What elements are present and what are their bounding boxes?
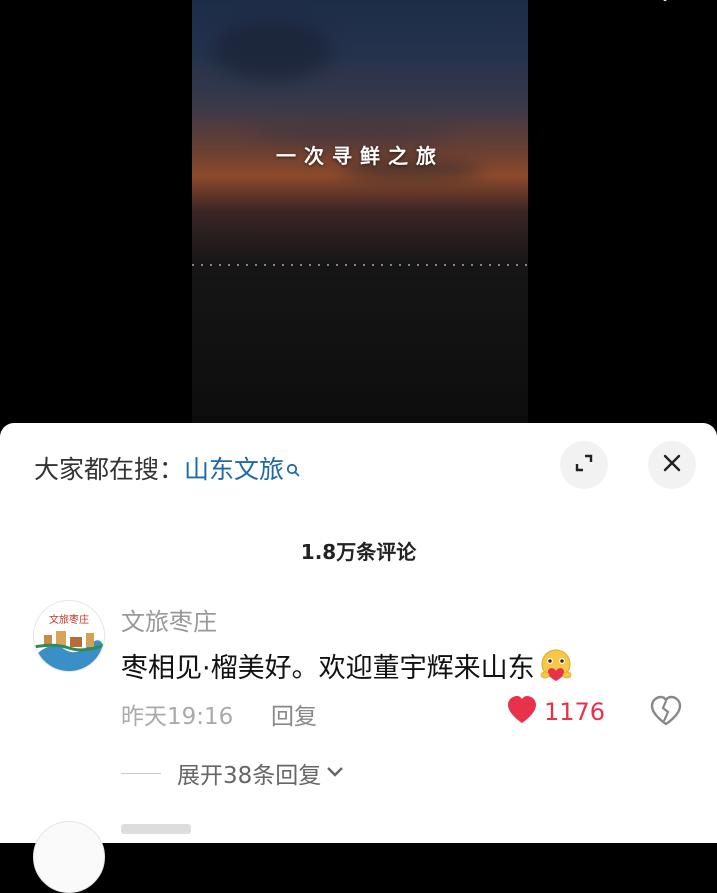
- comment-author[interactable]: [121, 824, 191, 834]
- expand-replies-label: 展开38条回复: [177, 763, 322, 789]
- reply-button[interactable]: 回复: [271, 697, 317, 731]
- avatar[interactable]: [33, 821, 105, 893]
- horizon-lights: [192, 264, 528, 266]
- expand-button[interactable]: [560, 441, 608, 489]
- hot-search-term[interactable]: 山东文旅: [184, 455, 284, 484]
- chevron-down-icon: [325, 764, 345, 783]
- broken-heart-icon: [649, 695, 683, 731]
- like-button[interactable]: 1176: [506, 695, 605, 729]
- comments-panel: 大家都在搜：山东文旅 1.8万条评论 文旅枣庄 文旅枣庄 枣相见·榴美好。欢迎董…: [0, 423, 717, 893]
- like-count: 1176: [544, 698, 606, 726]
- close-button[interactable]: [648, 441, 696, 489]
- search-icon[interactable]: [628, 0, 668, 16]
- comment-time: 昨天19:16: [121, 704, 234, 730]
- search-icon: [286, 454, 300, 483]
- heart-icon: [506, 695, 538, 729]
- avatar[interactable]: 文旅枣庄: [33, 600, 105, 672]
- comment-count: 1.8万条评论: [300, 540, 417, 564]
- divider: [121, 772, 161, 774]
- hot-search[interactable]: 大家都在搜：山东文旅: [34, 450, 300, 486]
- comment-author[interactable]: 文旅枣庄: [121, 602, 217, 637]
- comment-body: 枣相见·榴美好。欢迎董宇辉来山东: [121, 653, 535, 684]
- expand-replies-button[interactable]: 展开38条回复: [121, 756, 345, 790]
- expand-icon: [573, 452, 595, 478]
- video-player[interactable]: 一次寻鲜之旅: [192, 0, 528, 440]
- video-caption: 一次寻鲜之旅: [276, 144, 444, 168]
- comment-text: 枣相见·榴美好。欢迎董宇辉来山东: [121, 646, 575, 691]
- close-icon: [662, 453, 682, 477]
- hot-search-label: 大家都在搜：: [34, 455, 185, 484]
- hugging-heart-emoji: [537, 648, 575, 691]
- dislike-button[interactable]: [649, 695, 683, 731]
- video-cloud: [212, 20, 332, 80]
- avatar-text: 文旅枣庄: [49, 613, 89, 626]
- comment-item: 文旅枣庄 文旅枣庄 枣相见·榴美好。欢迎董宇辉来山东 昨天19:16 回复 11…: [0, 598, 717, 758]
